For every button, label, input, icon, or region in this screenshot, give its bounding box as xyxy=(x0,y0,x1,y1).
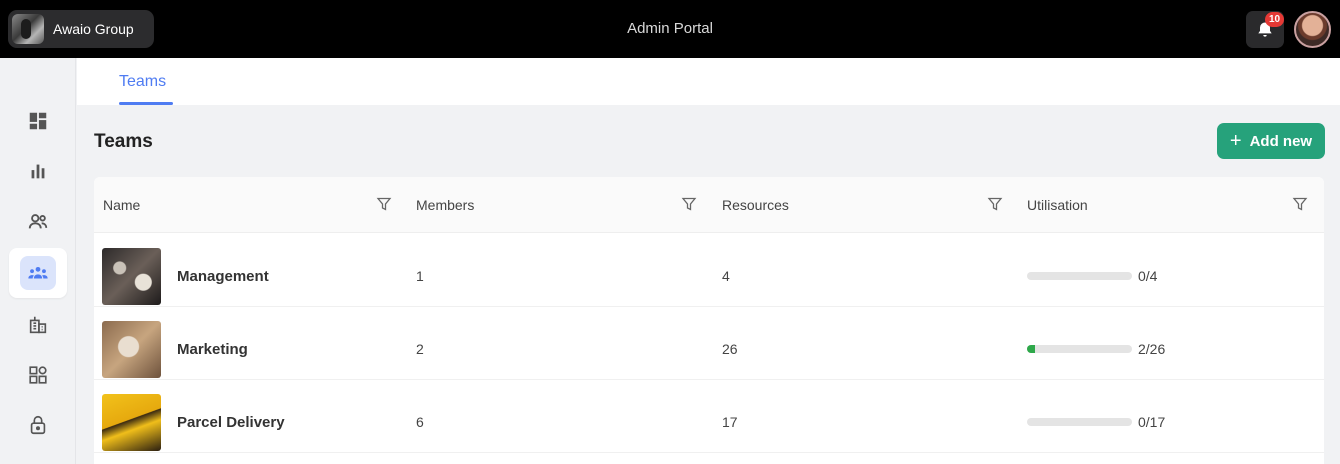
tab-active-indicator xyxy=(119,102,173,105)
add-new-button[interactable]: + Add new xyxy=(1217,123,1325,159)
members-count: 1 xyxy=(416,268,424,284)
sidebar-item-apps[interactable] xyxy=(9,350,67,400)
notifications-button[interactable]: 10 xyxy=(1246,11,1285,48)
filter-icon[interactable] xyxy=(987,196,1003,212)
column-header-name[interactable]: Name xyxy=(103,197,140,213)
resources-count: 17 xyxy=(722,414,738,430)
notification-badge: 10 xyxy=(1265,12,1285,27)
page-title: Teams xyxy=(94,131,153,152)
sidebar-item-security[interactable] xyxy=(9,400,67,450)
app-title: Admin Portal xyxy=(627,20,713,37)
table-row[interactable]: Parcel Delivery 6 17 0/17 xyxy=(94,380,1324,453)
column-header-utilisation[interactable]: Utilisation xyxy=(1027,197,1088,213)
top-bar: Awaio Group Admin Portal 10 xyxy=(0,0,1340,58)
table-row[interactable]: Management 1 4 0/4 xyxy=(94,234,1324,307)
filter-icon[interactable] xyxy=(1292,196,1308,212)
tab-teams[interactable]: Teams xyxy=(119,73,166,91)
teams-icon xyxy=(28,266,48,279)
utilisation-text: 0/4 xyxy=(1138,268,1158,284)
filter-icon[interactable] xyxy=(681,196,697,212)
sidebar xyxy=(0,58,76,464)
sidebar-item-locations[interactable] xyxy=(9,300,67,350)
dashboard-icon xyxy=(29,112,47,130)
utilisation-bar xyxy=(1027,418,1132,426)
team-thumbnail xyxy=(102,248,161,305)
add-new-label: Add new xyxy=(1249,132,1313,150)
members-count: 6 xyxy=(416,414,424,430)
sidebar-item-teams-highlight xyxy=(20,256,56,290)
utilisation-bar xyxy=(1027,345,1132,353)
utilisation-bar xyxy=(1027,272,1132,280)
team-thumbnail xyxy=(102,394,161,451)
tab-bar: Teams xyxy=(77,58,1340,105)
sidebar-item-analytics[interactable] xyxy=(9,146,67,196)
users-icon xyxy=(28,214,48,229)
sidebar-item-users[interactable] xyxy=(9,196,67,246)
team-name[interactable]: Marketing xyxy=(177,341,248,358)
utilisation-text: 2/26 xyxy=(1138,341,1166,357)
filter-icon[interactable] xyxy=(376,196,392,212)
column-header-resources[interactable]: Resources xyxy=(722,197,789,213)
utilisation-text: 0/17 xyxy=(1138,414,1166,430)
plus-icon: + xyxy=(1229,130,1242,152)
bar-chart-icon xyxy=(31,164,45,179)
user-avatar[interactable] xyxy=(1294,11,1331,48)
team-name[interactable]: Management xyxy=(177,268,269,285)
table-header: Name Members Resources Utilisation xyxy=(94,177,1324,233)
team-name[interactable]: Parcel Delivery xyxy=(177,414,285,431)
team-thumbnail xyxy=(102,321,161,378)
buildings-icon xyxy=(29,316,47,334)
teams-table: Name Members Resources Utilisation Manag… xyxy=(94,177,1324,464)
apps-icon xyxy=(29,366,47,384)
resources-count: 4 xyxy=(722,268,730,284)
column-header-members[interactable]: Members xyxy=(416,197,474,213)
sidebar-item-dashboard[interactable] xyxy=(9,96,67,146)
utilisation-bar-fill xyxy=(1027,345,1036,353)
lock-icon xyxy=(30,415,46,435)
resources-count: 26 xyxy=(722,341,738,357)
sidebar-item-teams[interactable] xyxy=(9,248,67,298)
members-count: 2 xyxy=(416,341,424,357)
table-row[interactable]: Marketing 2 26 2/26 xyxy=(94,307,1324,380)
